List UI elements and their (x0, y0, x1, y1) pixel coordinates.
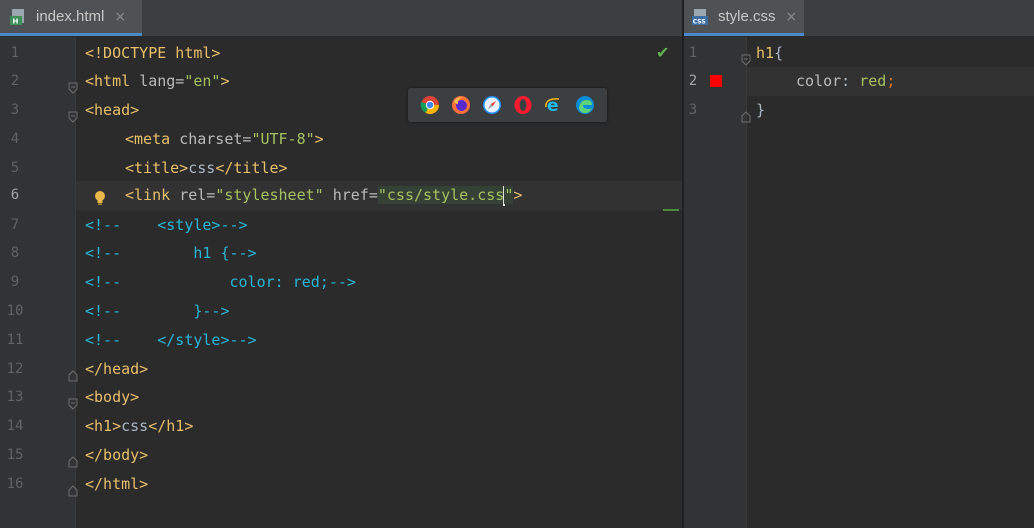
code-line-7: 7 <!-- <style>--> (0, 208, 682, 240)
svg-text:H: H (13, 17, 19, 25)
line-number: 7 (10, 216, 20, 233)
line-number: 10 (6, 303, 24, 319)
css-line-1: 1 h1{ (684, 39, 1034, 68)
fold-close-icon[interactable] (741, 104, 751, 123)
tab-index-label: index.html (36, 8, 105, 25)
firefox-icon[interactable] (451, 95, 471, 115)
line-number-active: 2 (688, 73, 698, 90)
code-line-10: 10 <!-- }--> (0, 297, 682, 326)
code-text: <html lang="en"> (85, 72, 230, 91)
code-line-4: 4 <meta charset="UTF-8"> (0, 125, 682, 154)
comment-text: <!-- color: red;--> (85, 273, 356, 292)
code-text: h1{ (756, 43, 784, 62)
code-text: } (756, 101, 766, 120)
code-line-13: 13 <body> (0, 383, 682, 412)
open-in-browser-toolbar: e (408, 88, 607, 122)
fold-open-icon[interactable] (68, 391, 78, 411)
code-text: <title>css</title> (125, 158, 288, 177)
line-number-active: 6 (10, 187, 20, 203)
intention-lightbulb-icon[interactable] (94, 187, 106, 205)
left-tab-bar: H index.html × (0, 0, 682, 37)
line-number: 12 (6, 360, 24, 377)
error-marker-icon[interactable] (710, 75, 722, 88)
chrome-icon[interactable] (420, 95, 440, 115)
fold-close-icon[interactable] (68, 363, 78, 382)
code-line-8: 8 <!-- h1 {--> (0, 239, 682, 268)
code-text: </html> (85, 474, 149, 493)
line-number: 9 (10, 274, 20, 291)
line-number: 2 (10, 73, 20, 90)
css-file-icon: CSS (692, 8, 710, 26)
code-text: <h1>css</h1> (85, 417, 194, 436)
tab-index-close-icon[interactable]: × (114, 9, 126, 25)
line-number: 3 (10, 102, 20, 119)
line-number: 1 (10, 44, 20, 61)
svg-text:CSS: CSS (693, 18, 706, 25)
comment-text: <!-- h1 {--> (85, 244, 257, 263)
code-line-9: 9 <!-- color: red;--> (0, 268, 682, 297)
code-line-12: 12 </head> (0, 355, 682, 384)
right-tab-bar: CSS style.css × (684, 0, 1034, 37)
code-line-6: 6 <link rel="stylesheet" href="css/style… (0, 181, 682, 210)
fold-close-icon[interactable] (68, 449, 78, 468)
code-text: </body> (85, 446, 149, 464)
line-number: 4 (10, 130, 20, 147)
right-code-editor[interactable]: 1 h1{ 2 color: red; 3 } (684, 37, 1034, 528)
code-line-14: 14 <h1>css</h1> (0, 412, 682, 441)
line-number: 5 (10, 159, 20, 176)
line-number: 3 (688, 102, 698, 119)
tab-style-css[interactable]: CSS style.css × (684, 0, 804, 36)
code-text: </head> (85, 359, 149, 378)
doctype-text: <!DOCTYPE html> (85, 43, 221, 62)
code-text: <link rel="stylesheet" href="css/style.c… (125, 185, 523, 206)
fold-open-icon[interactable] (68, 75, 78, 95)
fold-open-icon[interactable] (68, 104, 78, 123)
safari-icon[interactable] (482, 95, 502, 115)
opera-icon[interactable] (513, 95, 533, 115)
tab-style-label: style.css (718, 8, 776, 25)
change-marker (663, 208, 679, 211)
tab-style-close-icon[interactable]: × (786, 9, 798, 25)
line-number: 14 (6, 418, 24, 435)
inspection-ok-check-icon[interactable]: ✔ (656, 39, 669, 68)
line-number: 11 (6, 331, 24, 348)
code-text: color: red; (796, 72, 896, 91)
comment-text: <!-- }--> (85, 302, 230, 320)
line-number: 1 (688, 44, 698, 61)
css-line-2: 2 color: red; (684, 67, 1034, 96)
css-line-3: 3 } (684, 96, 1034, 125)
code-line-15: 15 </body> (0, 441, 682, 470)
fold-close-icon[interactable] (68, 478, 78, 497)
code-line-5: 5 <title>css</title> (0, 154, 682, 183)
index-html-editor-pane: H index.html × 1 <!DOCTYPE html> ✔ 2 <ht… (0, 0, 682, 528)
code-text: <meta charset="UTF-8"> (125, 129, 324, 148)
fold-open-icon[interactable] (741, 47, 751, 66)
line-number: 15 (6, 447, 24, 463)
comment-text: <!-- </style>--> (85, 330, 257, 349)
edge-icon[interactable] (575, 95, 595, 115)
comment-text: <!-- <style>--> (85, 215, 248, 234)
style-css-editor-pane: CSS style.css × 1 h1{ 2 color: red; 3} (684, 0, 1034, 528)
line-number: 8 (10, 245, 20, 262)
ie-icon[interactable]: e (544, 95, 564, 116)
line-number: 16 (6, 475, 24, 492)
code-line-16: 16 </html> (0, 470, 682, 499)
tab-index-html[interactable]: H index.html × (0, 0, 142, 36)
code-line-11: 11 <!-- </style>--> (0, 326, 682, 355)
code-line-1: 1 <!DOCTYPE html> ✔ (0, 39, 682, 68)
code-text: <body> (85, 388, 140, 407)
html-file-icon: H (10, 8, 28, 26)
line-number: 13 (6, 389, 24, 406)
code-text: <head> (85, 101, 140, 120)
